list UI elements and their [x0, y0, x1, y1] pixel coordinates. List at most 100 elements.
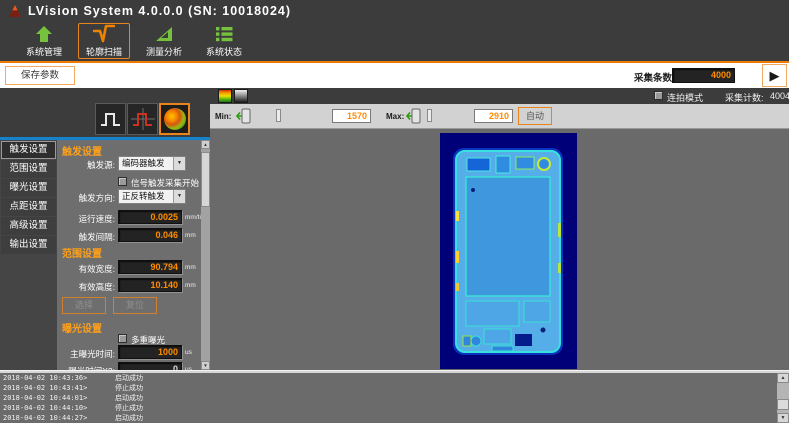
list-status-icon	[214, 24, 234, 44]
toolbar-item-system-manage[interactable]: 系统管理	[18, 23, 70, 59]
toolbar-item-profile-scan[interactable]: 轮廓扫描	[78, 23, 130, 59]
left-panel: 触发设置 范围设置 曝光设置 点距设置 高级设置 输出设置 触发设置 触发源: …	[0, 88, 210, 370]
white-pulse-icon	[99, 108, 123, 130]
toolbar-item-measure-analysis[interactable]: 测量分析	[138, 23, 190, 59]
save-params-button[interactable]: 保存参数	[5, 66, 75, 85]
trigger-interval-label: 触发间隔:	[57, 231, 115, 243]
capture-count-input[interactable]: 4000	[672, 68, 735, 83]
sidebar-item-trigger[interactable]: 触发设置	[1, 141, 56, 159]
valid-height-unit: mm	[185, 282, 196, 289]
exposure-time2-input[interactable]: 0	[118, 362, 182, 370]
log-row[interactable]: 2018-04-02 10:44:10>停止成功	[0, 403, 777, 413]
log-panel: 2018-04-02 10:43:36>启动成功 2018-04-02 10:4…	[0, 373, 789, 423]
color-sphere-icon	[164, 108, 186, 130]
main-exposure-time-input[interactable]: 1000	[118, 345, 182, 359]
max-slider-thumb[interactable]	[427, 109, 432, 122]
log-time: 2018-04-02 10:44:10>	[3, 404, 115, 412]
settings-sidebar: 触发设置 范围设置 曝光设置 点距设置 高级设置 输出设置	[0, 140, 57, 370]
log-row[interactable]: 2018-04-02 10:43:41>停止成功	[0, 383, 777, 393]
app-logo-icon	[8, 4, 22, 18]
sidebar-item-advanced[interactable]: 高级设置	[1, 217, 56, 235]
window-title: LVision System 4.0.0.0 (SN: 10018024)	[28, 0, 291, 22]
scroll-down-button[interactable]: ▼	[201, 361, 210, 370]
log-message: 停止成功	[115, 383, 143, 393]
home-arrow-icon	[34, 24, 54, 44]
range-select-button[interactable]: 选择	[62, 297, 106, 314]
scrollbar-thumb[interactable]	[777, 399, 789, 410]
scroll-up-button[interactable]: ▲	[777, 373, 789, 383]
toolbar-item-system-status[interactable]: 系统状态	[198, 23, 250, 59]
log-row[interactable]: 2018-04-02 10:43:36>启动成功	[0, 373, 777, 383]
color-sphere-mode-button[interactable]	[159, 103, 190, 135]
sidebar-item-exposure[interactable]: 曝光设置	[1, 179, 56, 197]
capture-counter-value: 4004	[770, 91, 789, 101]
min-slider-thumb[interactable]	[276, 109, 281, 122]
viewer-top-strip: 连拍模式 采集计数: 4004	[210, 88, 789, 104]
trigger-interval-input[interactable]: 0.046	[118, 228, 182, 242]
auto-level-button[interactable]: 自动	[518, 107, 552, 125]
scrollbar-thumb[interactable]	[201, 152, 210, 207]
phone-heatmap-image	[440, 133, 577, 369]
pulse-mode-button[interactable]	[95, 103, 126, 135]
main-exposure-time-unit: us	[185, 349, 192, 356]
triangle-ruler-icon	[154, 24, 174, 44]
trigger-source-value: 编码器触发	[122, 158, 165, 168]
scroll-up-button[interactable]: ▲	[201, 140, 210, 149]
settings-scrollbar[interactable]: ▲ ▼	[201, 140, 210, 370]
rainbow-palette-button[interactable]	[218, 89, 232, 103]
log-scrollbar[interactable]: ▲ ▼	[777, 373, 789, 423]
range-reset-button[interactable]: 复位	[113, 297, 157, 314]
toolbar-item-label: 测量分析	[146, 45, 182, 58]
capture-counter-label: 采集计数:	[725, 91, 764, 104]
max-level-slider-icon[interactable]	[406, 108, 421, 124]
log-row[interactable]: 2018-04-02 10:44:01>启动成功	[0, 393, 777, 403]
grayscale-palette-button[interactable]	[234, 89, 248, 103]
sidebar-item-range[interactable]: 范围设置	[1, 160, 56, 178]
dropdown-arrow-icon: ▼	[173, 190, 185, 203]
main-toolbar: 系统管理 轮廓扫描 测量分析 系统状态	[0, 22, 789, 61]
toolbar-item-label: 轮廓扫描	[86, 45, 122, 58]
run-speed-input[interactable]: 0.0025	[118, 210, 182, 224]
log-message: 停止成功	[115, 403, 143, 413]
start-acquisition-button[interactable]: ▶	[762, 64, 787, 87]
run-speed-label: 运行速度:	[57, 213, 115, 225]
min-label: Min:	[215, 112, 231, 121]
red-pulse-crosshair-icon	[131, 108, 155, 130]
min-value-input[interactable]: 1570	[332, 109, 371, 123]
burst-mode-checkbox[interactable]	[654, 91, 663, 100]
min-level-slider-icon[interactable]	[236, 108, 251, 124]
trigger-direction-label: 触发方向:	[57, 192, 115, 204]
profile-scan-icon	[93, 24, 115, 44]
valid-width-label: 有效宽度:	[57, 263, 115, 275]
sidebar-item-output[interactable]: 输出设置	[1, 236, 56, 254]
run-speed-unit: mm/tick	[185, 214, 201, 221]
log-time: 2018-04-02 10:44:27>	[3, 414, 115, 422]
range-section-header: 范围设置	[62, 245, 102, 260]
toolbar-item-label: 系统管理	[26, 45, 62, 58]
pulse-crosshair-mode-button[interactable]	[127, 103, 158, 135]
signal-trigger-checkbox[interactable]	[118, 177, 127, 186]
trigger-section-header: 触发设置	[62, 143, 102, 158]
log-message: 启动成功	[115, 393, 143, 403]
max-value-input[interactable]: 2910	[474, 109, 513, 123]
title-bar: LVision System 4.0.0.0 (SN: 10018024)	[0, 0, 789, 22]
play-icon: ▶	[770, 68, 780, 83]
valid-height-input[interactable]: 10.140	[118, 278, 182, 292]
valid-width-unit: mm	[185, 264, 196, 271]
trigger-source-dropdown[interactable]: 编码器触发 ▼	[118, 156, 186, 171]
level-control-bar: Min: 1570 Max: 2910 自动	[210, 104, 789, 129]
valid-width-input[interactable]: 90.794	[118, 260, 182, 274]
main-exposure-time-label: 主曝光时间:	[57, 348, 115, 360]
sidebar-item-point-distance[interactable]: 点距设置	[1, 198, 56, 216]
app-window: LVision System 4.0.0.0 (SN: 10018024) 系统…	[0, 0, 789, 423]
trigger-direction-dropdown[interactable]: 正反转触发 ▼	[118, 189, 186, 204]
action-bar: 保存参数 采集条数: 4000 ▶	[0, 61, 789, 88]
multi-exposure-checkbox[interactable]	[118, 334, 127, 343]
log-row[interactable]: 2018-04-02 10:44:27>启动成功	[0, 413, 777, 423]
max-label: Max:	[386, 112, 404, 121]
scan-image-viewport[interactable]	[210, 129, 789, 370]
scan-viewer: 连拍模式 采集计数: 4004 Min: 1570 Max: 2910 自动	[210, 88, 789, 370]
trigger-direction-value: 正反转触发	[122, 191, 165, 201]
scroll-down-button[interactable]: ▼	[777, 413, 789, 423]
burst-mode-label: 连拍模式	[667, 91, 703, 104]
